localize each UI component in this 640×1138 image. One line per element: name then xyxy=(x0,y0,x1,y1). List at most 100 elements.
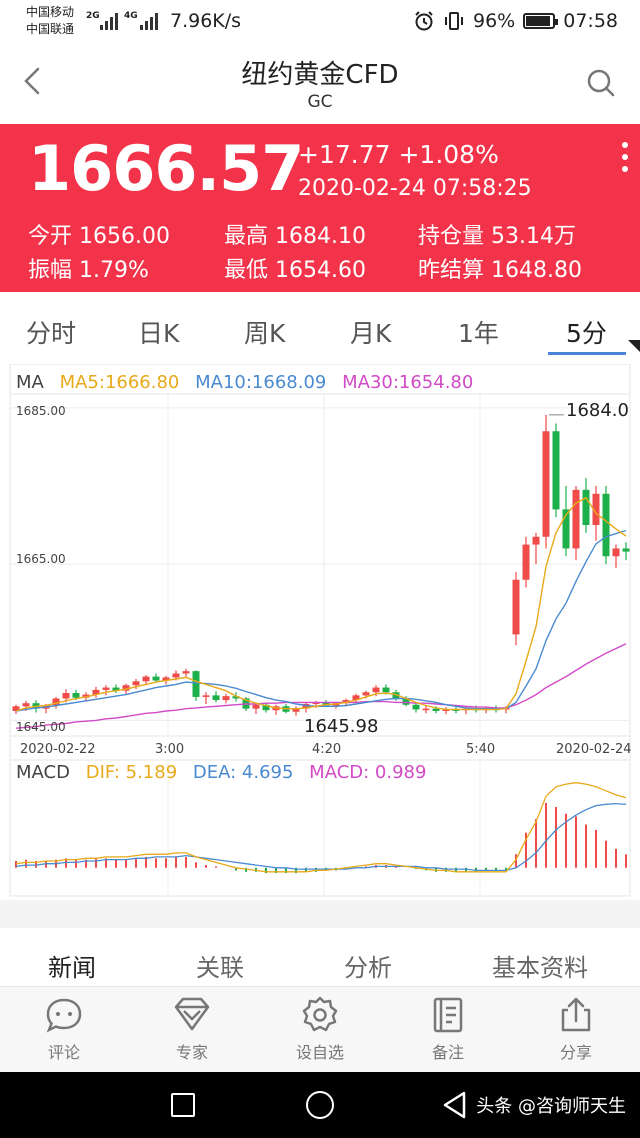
add-watchlist-label: 设自选 xyxy=(295,1043,344,1062)
tab-basic-info[interactable]: 基本资料 xyxy=(492,948,588,983)
candle-body xyxy=(512,579,520,635)
signal-icon xyxy=(100,12,118,30)
candle-body xyxy=(422,708,430,711)
share-icon xyxy=(561,997,591,1032)
candle-body xyxy=(522,544,530,580)
candle-body xyxy=(132,681,140,686)
candle-body xyxy=(432,708,440,711)
high-price-label: 1684.0 xyxy=(566,400,629,421)
ma5-value: MA5:1666.80 xyxy=(59,372,180,393)
stat-open-interest: 持仓量 53.14万 xyxy=(418,224,576,249)
expert-label: 专家 xyxy=(175,1043,208,1062)
diamond-icon xyxy=(174,997,210,1031)
page-title: 纽约黄金CFD xyxy=(241,60,399,90)
candle-body xyxy=(102,687,110,690)
candle-body xyxy=(62,693,70,699)
tab-scroll-indicator xyxy=(628,340,640,352)
candle-body xyxy=(22,703,30,707)
dif-value: DIF: 5.189 xyxy=(85,762,178,783)
candle-body xyxy=(192,671,200,697)
battery-icon xyxy=(523,13,559,29)
note-label: 备注 xyxy=(431,1043,464,1062)
candle-body xyxy=(542,431,550,537)
ma30-value: MA30:1654.80 xyxy=(342,372,474,393)
note-button[interactable]: 备注 xyxy=(408,995,488,1063)
share-label: 分享 xyxy=(559,1043,592,1062)
carrier-1: 中国移动 xyxy=(26,5,75,19)
macd-legend: MACD DIF: 5.189 DEA: 4.695 MACD: 0.989 xyxy=(16,762,436,783)
candle-body xyxy=(602,493,610,557)
ma-legend: MA MA5:1666.80 MA10:1668.09 MA30:1654.80 xyxy=(16,372,483,393)
macd-title: MACD xyxy=(16,762,70,783)
y-tick-label: 1665.00 xyxy=(16,552,66,566)
active-tab-indicator xyxy=(548,352,626,355)
network-type-1: 2G xyxy=(86,11,100,21)
tab-1-year[interactable]: 1年 xyxy=(458,314,499,350)
macd-value: MACD: 0.989 xyxy=(309,762,427,783)
share-button[interactable]: 分享 xyxy=(536,995,616,1063)
quote-panel: 1666.57 +17.77 +1.08% 2020-02-24 07:58:2… xyxy=(0,124,640,292)
note-icon xyxy=(433,997,463,1033)
gear-icon xyxy=(302,996,338,1032)
search-icon[interactable] xyxy=(586,68,616,98)
stat-high: 最高 1684.10 xyxy=(224,224,366,249)
candle-body xyxy=(202,695,210,697)
recents-icon[interactable] xyxy=(171,1093,195,1117)
candle-body xyxy=(72,693,80,698)
tab-weekly-k[interactable]: 周K xyxy=(244,314,285,350)
vibrate-icon xyxy=(445,12,463,30)
tab-news[interactable]: 新闻 xyxy=(48,948,96,983)
x-tick-label: 2020-02-22 xyxy=(20,742,96,757)
low-price-label: 1645.98 xyxy=(304,716,379,737)
candle-body xyxy=(552,431,560,510)
x-tick-label: 4:20 xyxy=(312,742,342,757)
candle-body xyxy=(142,676,150,682)
tab-related[interactable]: 关联 xyxy=(196,948,244,983)
battery-percent: 96% xyxy=(473,10,516,32)
status-bar: 中国移动 中国联通 2G 4G 7.96K/s 96% 07:58 xyxy=(0,0,640,44)
comment-button[interactable]: 评论 xyxy=(24,995,104,1063)
stat-open: 今开 1656.00 xyxy=(28,224,170,249)
candle-body xyxy=(412,704,420,710)
home-icon[interactable] xyxy=(306,1091,334,1119)
candle-body xyxy=(582,489,590,526)
x-tick-label: 2020-02-24 xyxy=(556,742,632,757)
signal-icon xyxy=(140,12,158,30)
more-options-icon[interactable] xyxy=(622,142,628,172)
candle-body xyxy=(532,536,540,545)
ma5-line xyxy=(15,496,627,712)
candle-body xyxy=(172,673,180,678)
y-tick-label: 1685.00 xyxy=(16,404,66,418)
watermark: 头条 @咨询师天生 xyxy=(476,1096,626,1117)
candle-body xyxy=(372,687,380,693)
clock: 07:58 xyxy=(563,10,618,32)
chart-canvas xyxy=(9,364,631,897)
network-speed: 7.96K/s xyxy=(170,10,242,32)
period-tabs: 分时 日K 周K 月K 1年 5分 xyxy=(0,292,640,364)
add-watchlist-button[interactable]: 设自选 xyxy=(280,995,360,1063)
candle-body xyxy=(252,704,260,709)
dea-value: DEA: 4.695 xyxy=(192,762,294,783)
candle-body xyxy=(212,695,220,701)
tab-intraday[interactable]: 分时 xyxy=(26,314,76,350)
tab-monthly-k[interactable]: 月K xyxy=(350,314,391,350)
candle-body xyxy=(182,671,190,674)
tab-daily-k[interactable]: 日K xyxy=(138,314,179,350)
content-tabs: 新闻 关联 分析 基本资料 xyxy=(0,928,640,986)
stat-prev-settle: 昨结算 1648.80 xyxy=(418,258,582,283)
tab-5-min[interactable]: 5分 xyxy=(566,314,607,350)
ma10-line xyxy=(15,529,627,712)
kline-chart[interactable]: MA MA5:1666.80 MA10:1668.09 MA30:1654.80… xyxy=(0,364,640,900)
dea-line xyxy=(15,802,627,872)
alarm-icon xyxy=(415,11,433,31)
chart-frame xyxy=(9,364,631,897)
candle-body xyxy=(382,687,390,693)
x-tick-label: 5:40 xyxy=(466,742,496,757)
expert-button[interactable]: 专家 xyxy=(152,995,232,1063)
tab-analysis[interactable]: 分析 xyxy=(344,948,392,983)
candle-body xyxy=(612,548,620,557)
nav-back-icon[interactable] xyxy=(440,1090,470,1120)
candle-body xyxy=(362,692,370,696)
ma-label: MA xyxy=(16,372,44,393)
candle-body xyxy=(152,676,160,681)
